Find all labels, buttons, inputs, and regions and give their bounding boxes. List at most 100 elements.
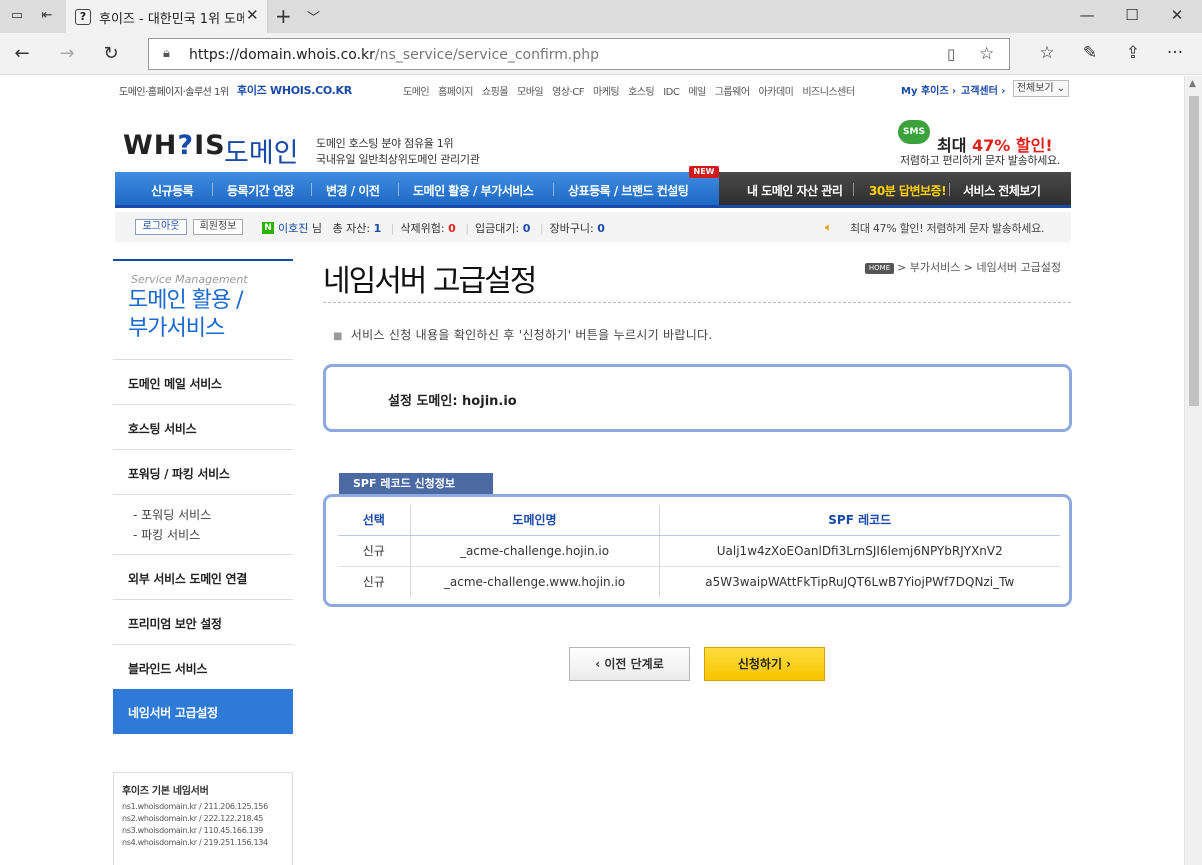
delete-risk-count[interactable]: 0 xyxy=(448,222,456,235)
title-divider xyxy=(323,302,1071,303)
cell-domain: _acme-challenge.www.hojin.io xyxy=(410,566,660,597)
util-link[interactable]: IDC xyxy=(663,87,680,98)
sidebar-en-title: Service Management xyxy=(131,273,248,286)
apply-button[interactable]: 신청하기 › xyxy=(704,647,825,681)
gnb-my-domain-assets[interactable]: 내 도메인 자산 관리 xyxy=(747,182,843,199)
util-link[interactable]: 아카데미 xyxy=(759,87,794,98)
close-window-icon[interactable]: ✕ xyxy=(1167,6,1187,24)
user-info-bar: 로그아웃 회원정보 N 이호진 님 총 자산: 1 | 삭제위험: 0 | 입금대기… xyxy=(115,212,1071,242)
gnb-new-registration[interactable]: 신규등록 xyxy=(151,182,194,199)
pen-icon[interactable]: ✎ xyxy=(1079,43,1101,63)
gnb-all-services[interactable]: 서비스 전체보기 xyxy=(963,182,1041,199)
util-link[interactable]: 메일 xyxy=(688,87,706,98)
target-domain-label: 설정 도메인: hojin.io xyxy=(388,394,517,409)
table-row: 신규 _acme-challenge.hojin.io Ualj1w4zXoEO… xyxy=(338,535,1060,567)
reading-view-icon[interactable]: ▯ xyxy=(947,45,955,63)
spf-records-box: 선택 도메인명 SPF 레코드 신규 _acme-challenge.hojin… xyxy=(323,494,1072,607)
tab-list-chevron-icon[interactable]: ﹀ xyxy=(307,7,320,26)
maximize-icon[interactable]: ☐ xyxy=(1122,6,1142,24)
sidebar-item-blind[interactable]: 블라인드 서비스 xyxy=(113,644,293,689)
util-link[interactable]: 도메인 xyxy=(403,87,430,98)
page-viewport: 도메인·홈페이지·솔루션 1위 후이즈 WHOIS.CO.KR 도메인 홈페이지 쇼… xyxy=(0,76,1184,865)
url-text[interactable]: https://domain.whois.co.kr/ns_service/se… xyxy=(189,47,599,63)
spf-records-table: 선택 도메인명 SPF 레코드 신규 _acme-challenge.hojin… xyxy=(338,505,1060,597)
new-badge: NEW xyxy=(689,166,719,178)
share-icon[interactable]: ⇪ xyxy=(1122,43,1144,63)
util-brand-link[interactable]: 후이즈 WHOIS.CO.KR xyxy=(237,82,352,98)
url-field[interactable]: 🔒︎ https://domain.whois.co.kr/ns_service… xyxy=(148,38,1010,70)
page-scrollbar[interactable]: ▲ xyxy=(1184,76,1202,865)
sidebar-sub-group xyxy=(113,494,293,554)
new-tab-icon[interactable]: + xyxy=(275,4,292,28)
sidebar-item-domain-mail[interactable]: 도메인 메일 서비스 xyxy=(113,359,293,404)
minimize-icon[interactable]: — xyxy=(1077,6,1097,24)
forward-icon[interactable]: → xyxy=(55,43,79,64)
sidebar-item-nameserver-advanced[interactable]: 네임서버 고급설정 xyxy=(113,689,293,734)
sidebar-item-external-link[interactable]: 외부 서비스 도메인 연결 xyxy=(113,554,293,599)
util-link[interactable]: 비즈니스센터 xyxy=(802,87,855,98)
gnb-trademark[interactable]: 상표등록 / 브랜드 컨설팅 xyxy=(568,182,689,199)
favorite-star-icon[interactable]: ☆ xyxy=(979,44,994,64)
tab-close-icon[interactable]: ✕ xyxy=(246,6,259,24)
refresh-icon[interactable]: ↻ xyxy=(99,43,123,64)
sidebar: Service Management 도메인 활용 / 부가서비스 도메인 메일… xyxy=(113,259,293,865)
sidebar-item-premium-security[interactable]: 프리미엄 보안 설정 xyxy=(113,599,293,644)
sidebar-sub-forwarding[interactable]: - 포워딩 서비스 xyxy=(133,506,211,523)
customer-center-link[interactable]: 고객센터 › xyxy=(961,82,1005,97)
sms-promo-subtitle[interactable]: 저렴하고 편리하게 문자 발송하세요. xyxy=(900,152,1060,168)
gnb-domain-services[interactable]: 도메인 활용 / 부가서비스 xyxy=(413,182,534,199)
promo-ticker[interactable]: 최대 47% 할인! 저렴하게 문자 발송하세요. xyxy=(850,220,1044,236)
gnb-30min-answer[interactable]: 30분 답변보증! xyxy=(869,182,947,199)
sidebar-sub-parking[interactable]: - 파킹 서비스 xyxy=(133,526,200,543)
util-link[interactable]: 호스팅 xyxy=(628,87,655,98)
breadcrumb-home-icon[interactable]: HOME xyxy=(865,263,894,274)
cell-type: 신규 xyxy=(338,566,411,597)
gnb-primary: 신규등록 등록기간 연장 변경 / 이전 도메인 활용 / 부가서비스 상표등록… xyxy=(115,172,719,208)
sidebar-item-hosting[interactable]: 호스팅 서비스 xyxy=(113,404,293,449)
util-links: 도메인 홈페이지 쇼핑몰 모바일 영상·CF 마케팅 호스팅 IDC 메일 그룹웨어 아카데미 비즈니… xyxy=(403,83,864,98)
gnb-divider xyxy=(398,183,399,196)
nameserver-line: ns1.whoisdomain.kr / 211.206.125.156 xyxy=(122,802,268,811)
scroll-thumb[interactable] xyxy=(1189,96,1199,406)
main-navigation: 신규등록 등록기간 연장 변경 / 이전 도메인 활용 / 부가서비스 상표등록… xyxy=(115,166,1071,208)
util-link[interactable]: 마케팅 xyxy=(593,87,620,98)
logo-domain-text[interactable]: 도메인 xyxy=(224,131,299,170)
util-link[interactable]: 홈페이지 xyxy=(438,87,473,98)
back-icon[interactable]: ← xyxy=(10,43,34,64)
whois-logo[interactable]: WH?IS xyxy=(123,130,226,161)
set-aside-tabs-icon[interactable]: ⇤ xyxy=(38,8,56,24)
notice-text: ■ 서비스 신청 내용을 확인하신 후 '신청하기' 버튼을 누르시기 바랍니다. xyxy=(333,328,713,342)
cart-count[interactable]: 0 xyxy=(597,222,605,235)
previous-step-button[interactable]: ‹ 이전 단계로 xyxy=(569,647,690,681)
more-icon[interactable]: ··· xyxy=(1164,43,1186,63)
my-whois-link[interactable]: My 후이즈 › xyxy=(901,82,956,97)
util-link[interactable]: 모바일 xyxy=(517,87,544,98)
nameserver-line: ns2.whoisdomain.kr / 222.122.218.45 xyxy=(122,814,264,823)
util-bar: 도메인·홈페이지·솔루션 1위 후이즈 WHOIS.CO.KR 도메인 홈페이지 쇼… xyxy=(115,78,1071,100)
user-name[interactable]: 이호진 xyxy=(278,222,308,235)
util-link[interactable]: 쇼핑몰 xyxy=(482,87,509,98)
sidebar-title: 도메인 활용 / 부가서비스 xyxy=(128,288,244,341)
member-info-button[interactable]: 회원정보 xyxy=(193,219,243,235)
slogan-line-2: 국내유일 일반최상위도메인 관리기관 xyxy=(316,153,480,166)
util-link[interactable]: 그룹웨어 xyxy=(715,87,750,98)
column-header-select: 선택 xyxy=(338,505,411,536)
sidebar-item-forwarding-parking[interactable]: 포워딩 / 파킹 서비스 xyxy=(113,449,293,494)
util-link[interactable]: 영상·CF xyxy=(552,87,584,98)
lock-icon[interactable]: 🔒︎ xyxy=(163,46,170,61)
domain-summary-box: 설정 도메인: hojin.io xyxy=(323,364,1072,432)
gnb-renewal[interactable]: 등록기간 연장 xyxy=(227,182,294,199)
view-all-button[interactable]: 전체보기 ⌄ xyxy=(1013,80,1069,97)
pending-count[interactable]: 0 xyxy=(523,222,531,235)
favorites-hub-icon[interactable]: ☆ xyxy=(1036,43,1058,63)
browser-tab-active[interactable]: ? 후이즈 - 대한민국 1위 도메인 ✕ xyxy=(66,0,268,33)
cell-spf: a5W3waipWAttFkTipRuJQT6LwB7YiojPWf7DQNzi… xyxy=(705,574,1015,589)
logout-button[interactable]: 로그아웃 xyxy=(135,219,187,235)
assets-count[interactable]: 1 xyxy=(374,222,382,235)
gnb-change-transfer[interactable]: 변경 / 이전 xyxy=(326,182,380,199)
scroll-up-arrow-icon[interactable]: ▲ xyxy=(1189,79,1196,89)
gnb-divider xyxy=(212,183,213,196)
gnb-divider xyxy=(949,183,950,196)
sms-badge-icon[interactable]: SMS xyxy=(898,120,930,144)
tab-actions-icon[interactable]: ▭ xyxy=(8,8,26,24)
